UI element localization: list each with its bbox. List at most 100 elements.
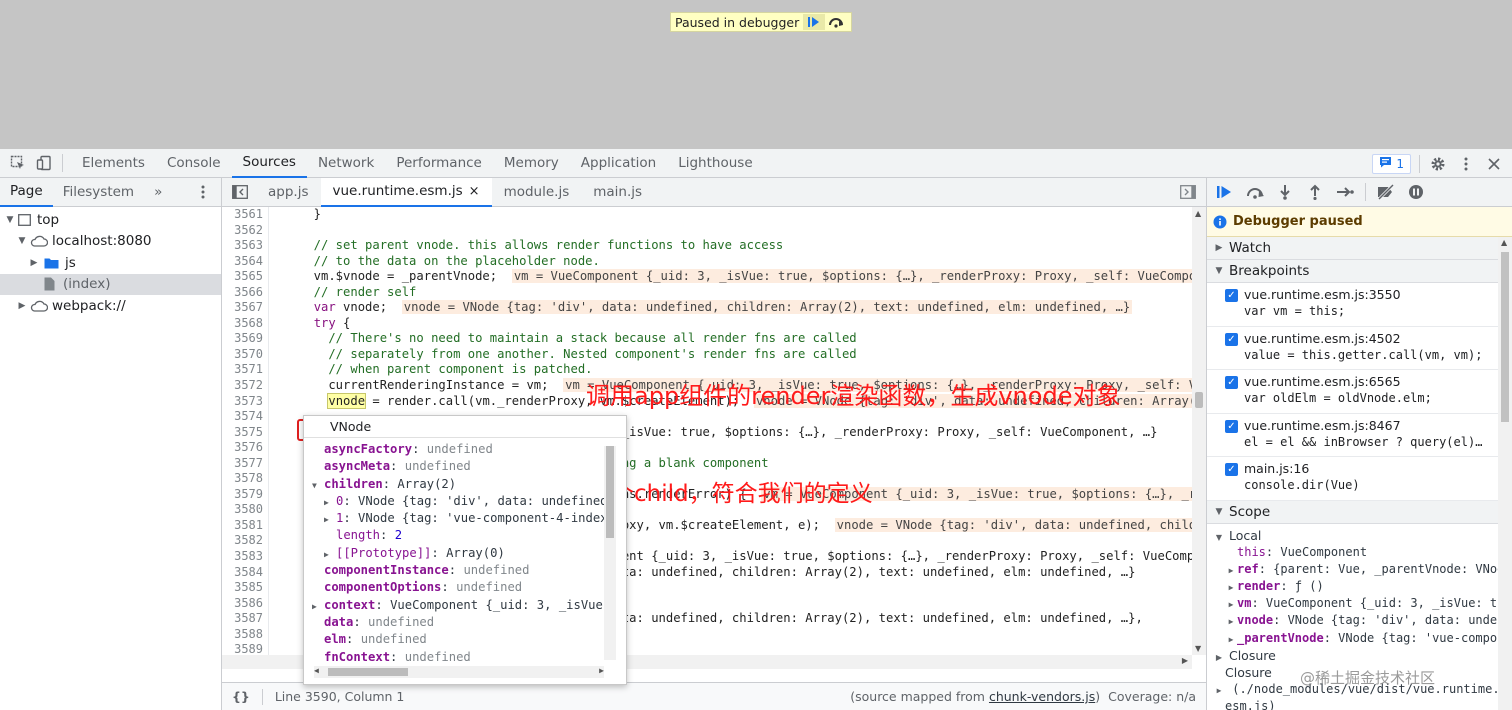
- expand-triangle-icon[interactable]: ▼: [4, 215, 16, 225]
- code-line[interactable]: 3563 // set parent vnode. this allows re…: [222, 238, 1192, 254]
- tab-lighthouse[interactable]: Lighthouse: [667, 149, 763, 178]
- tree-item-top[interactable]: ▼ top: [0, 209, 221, 231]
- line-number[interactable]: 3571: [222, 362, 263, 378]
- breakpoint-item[interactable]: ✓ vue.runtime.esm.js:4502 value = this.get…: [1207, 327, 1512, 370]
- breakpoint-item[interactable]: ✓ vue.runtime.esm.js:8467 el = el && inBro…: [1207, 414, 1512, 457]
- line-number[interactable]: 3561: [222, 207, 263, 223]
- collapsed-triangle-icon[interactable]: ▶: [1225, 562, 1237, 579]
- scope-section-header[interactable]: ▼ Scope: [1207, 500, 1512, 524]
- scroll-up-icon[interactable]: ▲: [1501, 238, 1507, 247]
- line-number[interactable]: 3581: [222, 518, 263, 534]
- breakpoint-checkbox[interactable]: ✓: [1225, 376, 1238, 389]
- collapsed-triangle-icon[interactable]: ▶: [1213, 682, 1225, 699]
- collapsed-triangle-icon[interactable]: ▶: [324, 511, 336, 527]
- scroll-right-icon[interactable]: ▶: [599, 666, 604, 675]
- gear-icon[interactable]: [1428, 154, 1448, 174]
- scope-closure-header[interactable]: ▶ Closure: [1207, 647, 1512, 664]
- tab-console[interactable]: Console: [156, 149, 232, 178]
- code-line[interactable]: 3569 // There's no need to maintain a st…: [222, 331, 1192, 347]
- scroll-left-icon[interactable]: ◀: [314, 666, 319, 675]
- tab-network[interactable]: Network: [307, 149, 385, 178]
- step-over-icon[interactable]: [1245, 182, 1265, 202]
- line-number[interactable]: 3586: [222, 596, 263, 612]
- toggle-debugger-icon[interactable]: [1178, 182, 1198, 202]
- device-toolbar-icon[interactable]: [34, 153, 54, 173]
- breakpoint-checkbox[interactable]: ✓: [1225, 419, 1238, 433]
- editor-tab-module-js[interactable]: module.js: [492, 178, 582, 207]
- editor-vertical-scrollbar[interactable]: ▲ ▼: [1192, 207, 1206, 655]
- resume-icon[interactable]: [1215, 182, 1235, 202]
- collapsed-triangle-icon[interactable]: ▶: [1225, 613, 1237, 630]
- scrollbar-thumb[interactable]: [1195, 392, 1203, 408]
- issues-badge[interactable]: 1: [1372, 153, 1411, 174]
- editor-tab-vue-runtime[interactable]: vue.runtime.esm.js ×: [320, 177, 492, 207]
- popover-vertical-scrollbar[interactable]: [604, 446, 616, 660]
- tab-filesystem[interactable]: Filesystem: [53, 178, 144, 207]
- step-into-icon[interactable]: [1275, 182, 1295, 202]
- breakpoint-checkbox[interactable]: ✓: [1225, 289, 1238, 302]
- close-tab-icon[interactable]: ×: [469, 184, 480, 199]
- pause-on-exceptions-icon[interactable]: [1406, 182, 1426, 202]
- popover-property-row[interactable]: ▶ [[Prototype]]: Array(0): [304, 545, 626, 562]
- scroll-up-icon[interactable]: ▲: [1195, 209, 1201, 218]
- code-line[interactable]: 3562: [222, 223, 1192, 239]
- tab-sources[interactable]: Sources: [231, 149, 307, 178]
- popover-property-row[interactable]: ▶ 1: VNode {tag: 'vue-component-4-index: [304, 510, 626, 527]
- line-number[interactable]: 3579: [222, 487, 263, 503]
- expand-triangle-icon[interactable]: ▼: [312, 477, 324, 493]
- scope-variable-row[interactable]: ▶ _parentVnode: VNode {tag: 'vue-compon: [1207, 630, 1512, 647]
- breakpoint-checkbox[interactable]: ✓: [1225, 332, 1238, 346]
- scrollbar-thumb[interactable]: [328, 668, 408, 676]
- tab-elements[interactable]: Elements: [71, 149, 156, 178]
- tab-page[interactable]: Page: [0, 178, 53, 207]
- popover-property-row[interactable]: ▶ context: VueComponent {_uid: 3, _isVue:: [304, 597, 626, 614]
- line-number[interactable]: 3585: [222, 580, 263, 596]
- more-tabs-button[interactable]: »: [144, 178, 172, 207]
- line-number[interactable]: 3568: [222, 316, 263, 332]
- line-number[interactable]: 3578: [222, 471, 263, 487]
- scope-variable-row[interactable]: this: VueComponent: [1207, 544, 1512, 561]
- tree-item-localhost[interactable]: ▼ localhost:8080: [0, 231, 221, 253]
- object-preview-popover[interactable]: VNode asyncFactory: undefined asyncMeta: …: [303, 415, 627, 685]
- line-number[interactable]: 3575: [222, 425, 263, 441]
- close-icon[interactable]: [1484, 154, 1504, 174]
- tree-item-js[interactable]: ▶ js: [0, 252, 221, 274]
- watch-section-header[interactable]: ▶ Watch: [1207, 237, 1512, 260]
- collapsed-triangle-icon[interactable]: ▶: [1225, 631, 1237, 648]
- line-number[interactable]: 3569: [222, 331, 263, 347]
- tree-item-webpack[interactable]: ▶ webpack://: [0, 295, 221, 317]
- code-line[interactable]: 3570 // separately from one another. Nes…: [222, 347, 1192, 363]
- collapsed-triangle-icon[interactable]: ▶: [28, 258, 40, 268]
- scope-local-header[interactable]: ▼ Local: [1207, 527, 1512, 544]
- expand-triangle-icon[interactable]: ▼: [16, 236, 28, 246]
- step-icon[interactable]: [1335, 182, 1355, 202]
- code-line[interactable]: 3565 vm.$vnode = _parentVnode; vm = VueC…: [222, 269, 1192, 285]
- breakpoint-checkbox[interactable]: ✓: [1225, 463, 1238, 476]
- resume-icon[interactable]: [803, 14, 826, 30]
- scroll-down-icon[interactable]: ▼: [1195, 644, 1201, 653]
- tree-item-index[interactable]: (index): [0, 273, 221, 295]
- line-number[interactable]: 3584: [222, 565, 263, 581]
- collapsed-triangle-icon[interactable]: ▶: [16, 301, 28, 311]
- line-number[interactable]: 3566: [222, 285, 263, 301]
- line-number[interactable]: 3573: [222, 394, 263, 410]
- editor-tab-main-js[interactable]: main.js: [581, 178, 654, 207]
- line-number[interactable]: 3562: [222, 223, 263, 239]
- more-options-icon[interactable]: [1456, 154, 1476, 174]
- scroll-right-icon[interactable]: ▶: [1182, 656, 1188, 665]
- line-number[interactable]: 3577: [222, 456, 263, 472]
- step-out-icon[interactable]: [1305, 182, 1325, 202]
- code-line[interactable]: 3567 var vnode; vnode = VNode {tag: 'div…: [222, 300, 1192, 316]
- breakpoint-item[interactable]: ✓ vue.runtime.esm.js:6565 var oldElm = old…: [1207, 370, 1512, 414]
- popover-property-row[interactable]: ▶ 0: VNode {tag: 'div', data: undefined,: [304, 493, 626, 510]
- tab-performance[interactable]: Performance: [385, 149, 493, 178]
- collapsed-triangle-icon[interactable]: ▶: [1225, 579, 1237, 596]
- line-number[interactable]: 3567: [222, 300, 263, 316]
- tab-memory[interactable]: Memory: [493, 149, 570, 178]
- line-number[interactable]: 3572: [222, 378, 263, 394]
- collapsed-triangle-icon[interactable]: ▶: [312, 598, 324, 614]
- toggle-navigator-icon[interactable]: [230, 182, 250, 202]
- scope-variable-row[interactable]: ▶ vm: VueComponent {_uid: 3, _isVue: tr: [1207, 595, 1512, 612]
- collapsed-triangle-icon[interactable]: ▶: [1225, 596, 1237, 613]
- breakpoint-item[interactable]: ✓ main.js:16 console.dir(Vue): [1207, 457, 1512, 501]
